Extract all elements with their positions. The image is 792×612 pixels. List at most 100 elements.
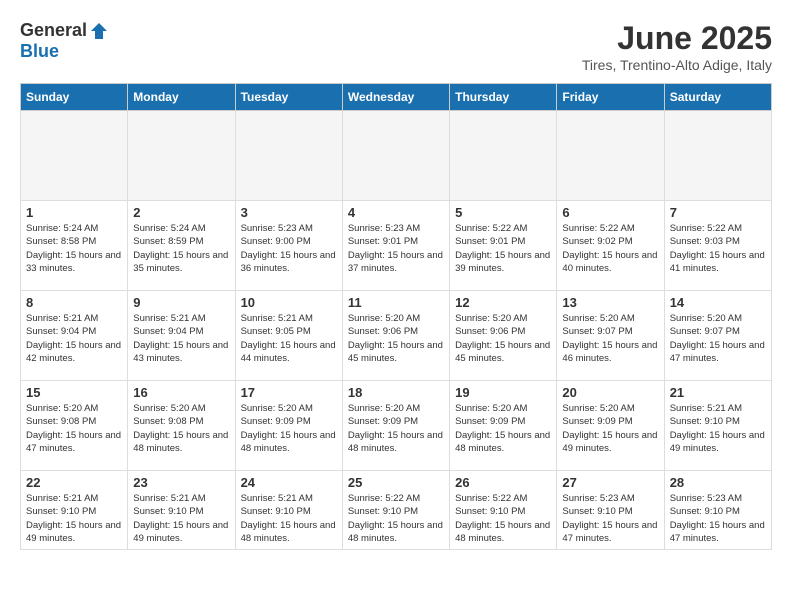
- day-number: 6: [562, 205, 658, 220]
- day-number: 26: [455, 475, 551, 490]
- calendar-row-5: 22 Sunrise: 5:21 AMSunset: 9:10 PMDayligh…: [21, 471, 772, 550]
- table-cell: 27 Sunrise: 5:23 AMSunset: 9:10 PMDayligh…: [557, 471, 664, 550]
- day-number: 10: [241, 295, 337, 310]
- day-number: 2: [133, 205, 229, 220]
- logo-icon: [89, 21, 109, 41]
- day-number: 25: [348, 475, 444, 490]
- calendar-table: Sunday Monday Tuesday Wednesday Thursday…: [20, 83, 772, 550]
- day-number: 23: [133, 475, 229, 490]
- table-cell: 25 Sunrise: 5:22 AMSunset: 9:10 PMDayligh…: [342, 471, 449, 550]
- day-number: 17: [241, 385, 337, 400]
- day-info: Sunrise: 5:20 AMSunset: 9:09 PMDaylight:…: [455, 402, 551, 455]
- day-number: 20: [562, 385, 658, 400]
- table-cell: 15 Sunrise: 5:20 AMSunset: 9:08 PMDayligh…: [21, 381, 128, 471]
- day-number: 4: [348, 205, 444, 220]
- col-saturday: Saturday: [664, 84, 771, 111]
- table-cell: 22 Sunrise: 5:21 AMSunset: 9:10 PMDayligh…: [21, 471, 128, 550]
- day-number: 12: [455, 295, 551, 310]
- col-friday: Friday: [557, 84, 664, 111]
- table-cell: 9 Sunrise: 5:21 AMSunset: 9:04 PMDaylight…: [128, 291, 235, 381]
- day-info: Sunrise: 5:20 AMSunset: 9:06 PMDaylight:…: [455, 312, 551, 365]
- table-cell: [21, 111, 128, 201]
- day-number: 14: [670, 295, 766, 310]
- col-thursday: Thursday: [450, 84, 557, 111]
- table-cell: 12 Sunrise: 5:20 AMSunset: 9:06 PMDayligh…: [450, 291, 557, 381]
- day-number: 16: [133, 385, 229, 400]
- day-info: Sunrise: 5:20 AMSunset: 9:08 PMDaylight:…: [26, 402, 122, 455]
- day-number: 13: [562, 295, 658, 310]
- day-info: Sunrise: 5:22 AMSunset: 9:10 PMDaylight:…: [348, 492, 444, 545]
- col-monday: Monday: [128, 84, 235, 111]
- day-number: 24: [241, 475, 337, 490]
- table-cell: 26 Sunrise: 5:22 AMSunset: 9:10 PMDayligh…: [450, 471, 557, 550]
- day-number: 7: [670, 205, 766, 220]
- day-number: 18: [348, 385, 444, 400]
- day-info: Sunrise: 5:21 AMSunset: 9:10 PMDaylight:…: [670, 402, 766, 455]
- day-info: Sunrise: 5:23 AMSunset: 9:01 PMDaylight:…: [348, 222, 444, 275]
- day-info: Sunrise: 5:22 AMSunset: 9:10 PMDaylight:…: [455, 492, 551, 545]
- table-cell: [235, 111, 342, 201]
- day-info: Sunrise: 5:23 AMSunset: 9:00 PMDaylight:…: [241, 222, 337, 275]
- calendar-header-row: Sunday Monday Tuesday Wednesday Thursday…: [21, 84, 772, 111]
- day-info: Sunrise: 5:22 AMSunset: 9:03 PMDaylight:…: [670, 222, 766, 275]
- table-cell: 18 Sunrise: 5:20 AMSunset: 9:09 PMDayligh…: [342, 381, 449, 471]
- day-info: Sunrise: 5:20 AMSunset: 9:07 PMDaylight:…: [562, 312, 658, 365]
- day-info: Sunrise: 5:21 AMSunset: 9:04 PMDaylight:…: [26, 312, 122, 365]
- table-cell: 1 Sunrise: 5:24 AMSunset: 8:58 PMDaylight…: [21, 201, 128, 291]
- day-info: Sunrise: 5:21 AMSunset: 9:04 PMDaylight:…: [133, 312, 229, 365]
- location-title: Tires, Trentino-Alto Adige, Italy: [582, 57, 772, 73]
- logo: General Blue: [20, 20, 109, 62]
- day-info: Sunrise: 5:23 AMSunset: 9:10 PMDaylight:…: [670, 492, 766, 545]
- col-wednesday: Wednesday: [342, 84, 449, 111]
- day-info: Sunrise: 5:21 AMSunset: 9:05 PMDaylight:…: [241, 312, 337, 365]
- table-cell: [342, 111, 449, 201]
- day-info: Sunrise: 5:20 AMSunset: 9:08 PMDaylight:…: [133, 402, 229, 455]
- calendar-row-3: 8 Sunrise: 5:21 AMSunset: 9:04 PMDaylight…: [21, 291, 772, 381]
- table-cell: 21 Sunrise: 5:21 AMSunset: 9:10 PMDayligh…: [664, 381, 771, 471]
- table-cell: 10 Sunrise: 5:21 AMSunset: 9:05 PMDayligh…: [235, 291, 342, 381]
- day-number: 11: [348, 295, 444, 310]
- day-number: 1: [26, 205, 122, 220]
- day-info: Sunrise: 5:20 AMSunset: 9:09 PMDaylight:…: [562, 402, 658, 455]
- table-cell: 5Sunrise: 5:22 AMSunset: 9:01 PMDaylight…: [450, 201, 557, 291]
- table-cell: 8 Sunrise: 5:21 AMSunset: 9:04 PMDaylight…: [21, 291, 128, 381]
- day-number: 3: [241, 205, 337, 220]
- day-info: Sunrise: 5:20 AMSunset: 9:07 PMDaylight:…: [670, 312, 766, 365]
- title-area: June 2025 Tires, Trentino-Alto Adige, It…: [582, 20, 772, 73]
- table-cell: 17 Sunrise: 5:20 AMSunset: 9:09 PMDayligh…: [235, 381, 342, 471]
- header: General Blue June 2025 Tires, Trentino-A…: [20, 20, 772, 73]
- table-cell: [664, 111, 771, 201]
- month-title: June 2025: [582, 20, 772, 57]
- table-cell: 6 Sunrise: 5:22 AMSunset: 9:02 PMDaylight…: [557, 201, 664, 291]
- table-cell: 11Sunrise: 5:20 AMSunset: 9:06 PMDayligh…: [342, 291, 449, 381]
- table-cell: 23Sunrise: 5:21 AMSunset: 9:10 PMDayligh…: [128, 471, 235, 550]
- table-cell: 4 Sunrise: 5:23 AMSunset: 9:01 PMDaylight…: [342, 201, 449, 291]
- day-info: Sunrise: 5:20 AMSunset: 9:09 PMDaylight:…: [241, 402, 337, 455]
- calendar-row-4: 15 Sunrise: 5:20 AMSunset: 9:08 PMDayligh…: [21, 381, 772, 471]
- day-info: Sunrise: 5:24 AMSunset: 8:58 PMDaylight:…: [26, 222, 122, 275]
- table-cell: 14 Sunrise: 5:20 AMSunset: 9:07 PMDayligh…: [664, 291, 771, 381]
- logo-blue-text: Blue: [20, 41, 59, 62]
- day-number: 5: [455, 205, 551, 220]
- day-number: 22: [26, 475, 122, 490]
- day-info: Sunrise: 5:23 AMSunset: 9:10 PMDaylight:…: [562, 492, 658, 545]
- table-cell: 7 Sunrise: 5:22 AMSunset: 9:03 PMDaylight…: [664, 201, 771, 291]
- day-number: 8: [26, 295, 122, 310]
- col-tuesday: Tuesday: [235, 84, 342, 111]
- day-info: Sunrise: 5:20 AMSunset: 9:09 PMDaylight:…: [348, 402, 444, 455]
- day-info: Sunrise: 5:22 AMSunset: 9:02 PMDaylight:…: [562, 222, 658, 275]
- table-cell: 3 Sunrise: 5:23 AMSunset: 9:00 PMDaylight…: [235, 201, 342, 291]
- day-number: 19: [455, 385, 551, 400]
- day-number: 27: [562, 475, 658, 490]
- calendar-row-1: [21, 111, 772, 201]
- table-cell: 28 Sunrise: 5:23 AMSunset: 9:10 PMDayligh…: [664, 471, 771, 550]
- table-cell: [557, 111, 664, 201]
- day-info: Sunrise: 5:24 AMSunset: 8:59 PMDaylight:…: [133, 222, 229, 275]
- day-info: Sunrise: 5:21 AMSunset: 9:10 PMDaylight:…: [26, 492, 122, 545]
- day-number: 9: [133, 295, 229, 310]
- day-number: 28: [670, 475, 766, 490]
- table-cell: 2 Sunrise: 5:24 AMSunset: 8:59 PMDaylight…: [128, 201, 235, 291]
- day-number: 21: [670, 385, 766, 400]
- day-number: 15: [26, 385, 122, 400]
- col-sunday: Sunday: [21, 84, 128, 111]
